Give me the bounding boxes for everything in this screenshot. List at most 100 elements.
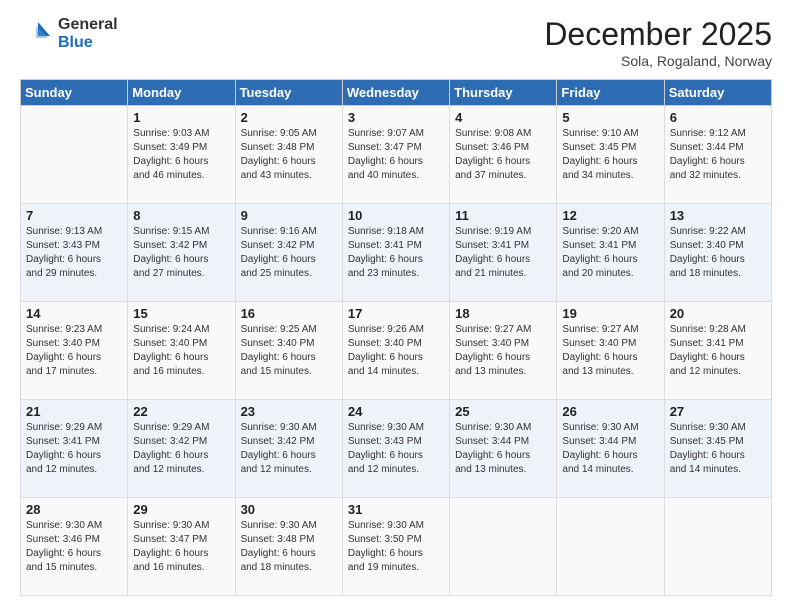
calendar-cell: 5Sunrise: 9:10 AM Sunset: 3:45 PM Daylig… — [557, 106, 664, 204]
day-number: 28 — [26, 502, 122, 517]
calendar-week-4: 21 Sunrise: 9:29 AM Sunset: 3:41 PM Dayli… — [21, 400, 772, 498]
day-number: 19 — [562, 306, 658, 321]
day-info: Sunrise: 9:19 AM Sunset: 3:41 PM Dayligh… — [455, 225, 551, 281]
calendar-cell: 31 Sunrise: 9:30 AM Sunset: 3:50 PM Dayli… — [342, 498, 449, 596]
day-info: Sunrise: 9:24 AM Sunset: 3:40 PM Dayligh… — [133, 323, 229, 379]
calendar-week-1: 1 Sunrise: 9:03 AM Sunset: 3:49 PM Daylig… — [21, 106, 772, 204]
calendar-cell: 8 Sunrise: 9:15 AM Sunset: 3:42 PM Daylig… — [128, 204, 235, 302]
calendar-cell: 25 Sunrise: 9:30 AM Sunset: 3:44 PM Dayli… — [450, 400, 557, 498]
calendar-cell: 1 Sunrise: 9:03 AM Sunset: 3:49 PM Daylig… — [128, 106, 235, 204]
calendar-cell: 9 Sunrise: 9:16 AM Sunset: 3:42 PM Daylig… — [235, 204, 342, 302]
calendar-cell: 11 Sunrise: 9:19 AM Sunset: 3:41 PM Dayli… — [450, 204, 557, 302]
day-number: 27 — [670, 404, 766, 419]
day-info: Sunrise: 9:03 AM Sunset: 3:49 PM Dayligh… — [133, 127, 229, 183]
calendar-cell: 19Sunrise: 9:27 AM Sunset: 3:40 PM Dayli… — [557, 302, 664, 400]
day-number: 10 — [348, 208, 444, 223]
day-number: 24 — [348, 404, 444, 419]
day-info: Sunrise: 9:30 AM Sunset: 3:44 PM Dayligh… — [562, 421, 658, 477]
day-number: 11 — [455, 208, 551, 223]
calendar-body: 1 Sunrise: 9:03 AM Sunset: 3:49 PM Daylig… — [21, 106, 772, 596]
calendar-week-5: 28Sunrise: 9:30 AM Sunset: 3:46 PM Dayli… — [21, 498, 772, 596]
title-block: December 2025 Sola, Rogaland, Norway — [544, 16, 772, 69]
day-info: Sunrise: 9:05 AM Sunset: 3:48 PM Dayligh… — [241, 127, 337, 183]
weekday-header-monday: Monday — [128, 80, 235, 106]
calendar-cell — [450, 498, 557, 596]
day-number: 31 — [348, 502, 444, 517]
day-number: 23 — [241, 404, 337, 419]
day-number: 18 — [455, 306, 551, 321]
day-info: Sunrise: 9:22 AM Sunset: 3:40 PM Dayligh… — [670, 225, 766, 281]
day-info: Sunrise: 9:29 AM Sunset: 3:42 PM Dayligh… — [133, 421, 229, 477]
day-number: 15 — [133, 306, 229, 321]
calendar-cell: 22 Sunrise: 9:29 AM Sunset: 3:42 PM Dayli… — [128, 400, 235, 498]
day-info: Sunrise: 9:30 AM Sunset: 3:43 PM Dayligh… — [348, 421, 444, 477]
calendar-cell: 30 Sunrise: 9:30 AM Sunset: 3:48 PM Dayli… — [235, 498, 342, 596]
calendar-cell: 6 Sunrise: 9:12 AM Sunset: 3:44 PM Daylig… — [664, 106, 771, 204]
logo-general-text: General — [58, 16, 118, 34]
day-info: Sunrise: 9:30 AM Sunset: 3:44 PM Dayligh… — [455, 421, 551, 477]
weekday-header-tuesday: Tuesday — [235, 80, 342, 106]
day-number: 12 — [562, 208, 658, 223]
weekday-header-thursday: Thursday — [450, 80, 557, 106]
day-number: 14 — [26, 306, 122, 321]
calendar-cell: 27 Sunrise: 9:30 AM Sunset: 3:45 PM Dayli… — [664, 400, 771, 498]
day-number: 6 — [670, 110, 766, 125]
page: General Blue December 2025 Sola, Rogalan… — [0, 0, 792, 612]
calendar-cell: 17Sunrise: 9:26 AM Sunset: 3:40 PM Dayli… — [342, 302, 449, 400]
location-subtitle: Sola, Rogaland, Norway — [544, 53, 772, 69]
day-number: 4 — [455, 110, 551, 125]
day-number: 26 — [562, 404, 658, 419]
day-info: Sunrise: 9:30 AM Sunset: 3:50 PM Dayligh… — [348, 519, 444, 575]
day-info: Sunrise: 9:07 AM Sunset: 3:47 PM Dayligh… — [348, 127, 444, 183]
day-info: Sunrise: 9:27 AM Sunset: 3:40 PM Dayligh… — [455, 323, 551, 379]
day-info: Sunrise: 9:12 AM Sunset: 3:44 PM Dayligh… — [670, 127, 766, 183]
calendar-cell: 24 Sunrise: 9:30 AM Sunset: 3:43 PM Dayli… — [342, 400, 449, 498]
day-info: Sunrise: 9:29 AM Sunset: 3:41 PM Dayligh… — [26, 421, 122, 477]
calendar-cell: 13 Sunrise: 9:22 AM Sunset: 3:40 PM Dayli… — [664, 204, 771, 302]
day-number: 29 — [133, 502, 229, 517]
calendar-week-2: 7Sunrise: 9:13 AM Sunset: 3:43 PM Daylig… — [21, 204, 772, 302]
day-info: Sunrise: 9:28 AM Sunset: 3:41 PM Dayligh… — [670, 323, 766, 379]
day-number: 22 — [133, 404, 229, 419]
day-info: Sunrise: 9:18 AM Sunset: 3:41 PM Dayligh… — [348, 225, 444, 281]
day-info: Sunrise: 9:23 AM Sunset: 3:40 PM Dayligh… — [26, 323, 122, 379]
day-number: 16 — [241, 306, 337, 321]
calendar-cell: 16 Sunrise: 9:25 AM Sunset: 3:40 PM Dayli… — [235, 302, 342, 400]
day-number: 30 — [241, 502, 337, 517]
day-number: 1 — [133, 110, 229, 125]
calendar-cell — [557, 498, 664, 596]
day-number: 7 — [26, 208, 122, 223]
day-info: Sunrise: 9:20 AM Sunset: 3:41 PM Dayligh… — [562, 225, 658, 281]
day-number: 9 — [241, 208, 337, 223]
calendar-cell: 20Sunrise: 9:28 AM Sunset: 3:41 PM Dayli… — [664, 302, 771, 400]
logo: General Blue — [20, 16, 118, 53]
calendar-cell: 12 Sunrise: 9:20 AM Sunset: 3:41 PM Dayli… — [557, 204, 664, 302]
calendar-week-3: 14 Sunrise: 9:23 AM Sunset: 3:40 PM Dayli… — [21, 302, 772, 400]
calendar-cell: 7Sunrise: 9:13 AM Sunset: 3:43 PM Daylig… — [21, 204, 128, 302]
calendar-cell: 18 Sunrise: 9:27 AM Sunset: 3:40 PM Dayli… — [450, 302, 557, 400]
calendar-table: SundayMondayTuesdayWednesdayThursdayFrid… — [20, 79, 772, 596]
header: General Blue December 2025 Sola, Rogalan… — [20, 16, 772, 69]
day-number: 25 — [455, 404, 551, 419]
day-number: 13 — [670, 208, 766, 223]
day-info: Sunrise: 9:30 AM Sunset: 3:47 PM Dayligh… — [133, 519, 229, 575]
calendar-cell: 26 Sunrise: 9:30 AM Sunset: 3:44 PM Dayli… — [557, 400, 664, 498]
day-number: 3 — [348, 110, 444, 125]
day-number: 8 — [133, 208, 229, 223]
day-info: Sunrise: 9:25 AM Sunset: 3:40 PM Dayligh… — [241, 323, 337, 379]
day-info: Sunrise: 9:15 AM Sunset: 3:42 PM Dayligh… — [133, 225, 229, 281]
calendar-cell: 21 Sunrise: 9:29 AM Sunset: 3:41 PM Dayli… — [21, 400, 128, 498]
weekday-header-friday: Friday — [557, 80, 664, 106]
logo-blue-text: Blue — [58, 34, 118, 52]
calendar-header-row: SundayMondayTuesdayWednesdayThursdayFrid… — [21, 80, 772, 106]
calendar-cell: 4Sunrise: 9:08 AM Sunset: 3:46 PM Daylig… — [450, 106, 557, 204]
calendar-cell: 15 Sunrise: 9:24 AM Sunset: 3:40 PM Dayli… — [128, 302, 235, 400]
day-number: 17 — [348, 306, 444, 321]
day-number: 21 — [26, 404, 122, 419]
calendar-cell: 14 Sunrise: 9:23 AM Sunset: 3:40 PM Dayli… — [21, 302, 128, 400]
day-info: Sunrise: 9:30 AM Sunset: 3:45 PM Dayligh… — [670, 421, 766, 477]
calendar-cell: 3 Sunrise: 9:07 AM Sunset: 3:47 PM Daylig… — [342, 106, 449, 204]
day-info: Sunrise: 9:30 AM Sunset: 3:48 PM Dayligh… — [241, 519, 337, 575]
day-info: Sunrise: 9:16 AM Sunset: 3:42 PM Dayligh… — [241, 225, 337, 281]
calendar-cell — [21, 106, 128, 204]
